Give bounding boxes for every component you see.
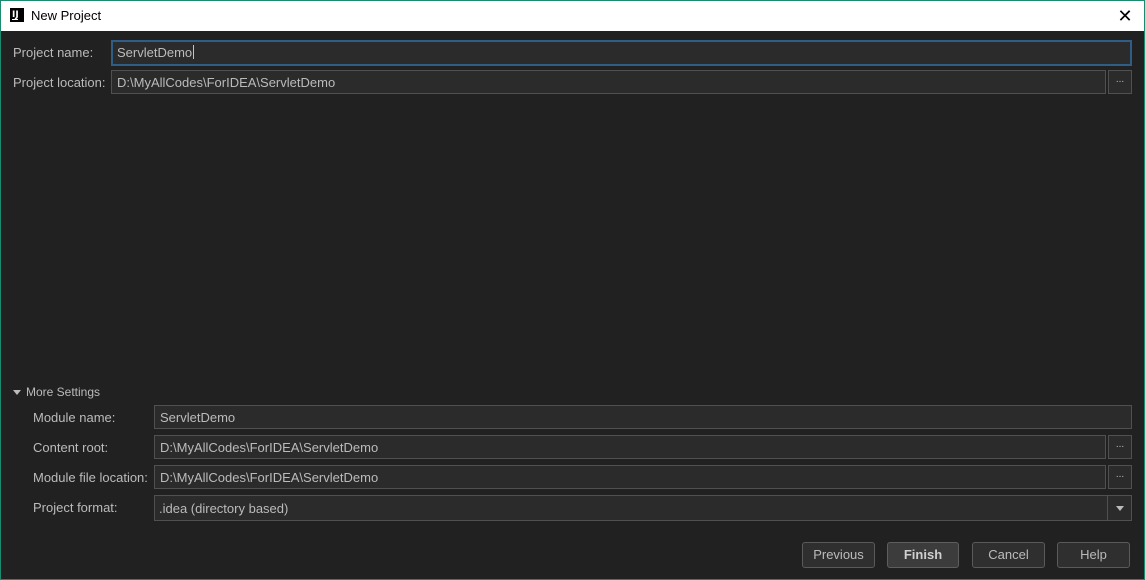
more-settings-toggle[interactable]: More Settings xyxy=(13,385,100,399)
module-file-location-input[interactable]: D:\MyAllCodes\ForIDEA\ServletDemo xyxy=(154,465,1106,489)
project-name-input[interactable]: ServletDemo xyxy=(111,40,1132,66)
module-name-label: Module name: xyxy=(33,410,116,425)
module-file-location-browse-button[interactable]: ... xyxy=(1108,465,1132,489)
cancel-button[interactable]: Cancel xyxy=(972,542,1045,568)
project-format-label: Project format: xyxy=(33,500,118,515)
module-file-location-label: Module file location: xyxy=(33,470,148,485)
project-location-input[interactable]: D:\MyAllCodes\ForIDEA\ServletDemo xyxy=(111,70,1106,94)
project-format-value: .idea (directory based) xyxy=(159,501,289,516)
title-bar[interactable]: IJ New Project ✕ xyxy=(1,1,1144,31)
intellij-idea-icon: IJ xyxy=(10,8,24,22)
content-root-browse-button[interactable]: ... xyxy=(1108,435,1132,459)
project-location-browse-button[interactable]: ... xyxy=(1108,70,1132,94)
text-caret xyxy=(193,45,195,59)
project-format-select[interactable]: .idea (directory based) xyxy=(154,495,1132,521)
more-settings-label: More Settings xyxy=(26,385,101,399)
triangle-down-icon xyxy=(13,389,21,395)
content-root-label: Content root: xyxy=(33,440,109,455)
help-button[interactable]: Help xyxy=(1057,542,1130,568)
project-name-value: ServletDemo xyxy=(117,45,193,60)
module-name-input[interactable]: ServletDemo xyxy=(154,405,1132,429)
close-icon[interactable]: ✕ xyxy=(1114,5,1136,27)
project-location-label: Project location: xyxy=(13,75,106,90)
new-project-dialog: IJ New Project ✕ Project name: ServletDe… xyxy=(0,0,1145,580)
project-name-label: Project name: xyxy=(13,45,94,60)
chevron-down-icon xyxy=(1116,506,1124,511)
finish-button[interactable]: Finish xyxy=(887,542,959,568)
previous-button[interactable]: Previous xyxy=(802,542,875,568)
content-root-input[interactable]: D:\MyAllCodes\ForIDEA\ServletDemo xyxy=(154,435,1106,459)
project-format-dropdown-button[interactable] xyxy=(1107,496,1131,520)
window-title: New Project xyxy=(31,8,102,23)
